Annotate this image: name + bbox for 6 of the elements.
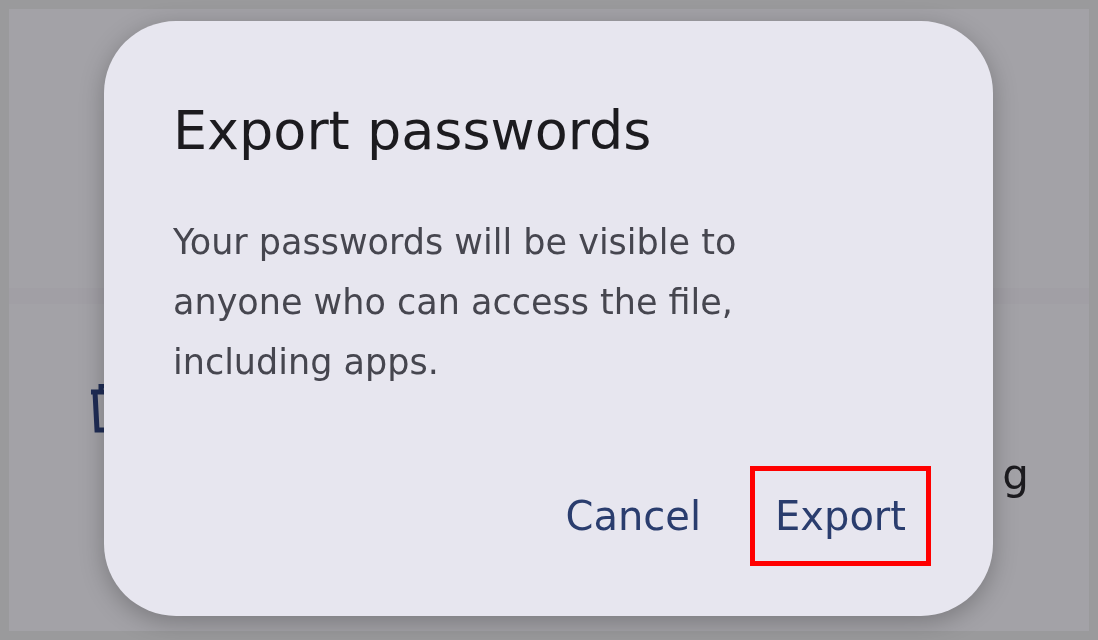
setting-label: g [1002,450,1029,499]
dialog-message: Your passwords will be visible to anyone who can access the file, including apps. [173,220,738,384]
trash-icon [89,384,104,434]
dialog-button[interactable]: Cancel [540,466,727,566]
dialog-button[interactable]: Export [750,466,931,566]
dialog-title: Export passwords [173,99,653,164]
